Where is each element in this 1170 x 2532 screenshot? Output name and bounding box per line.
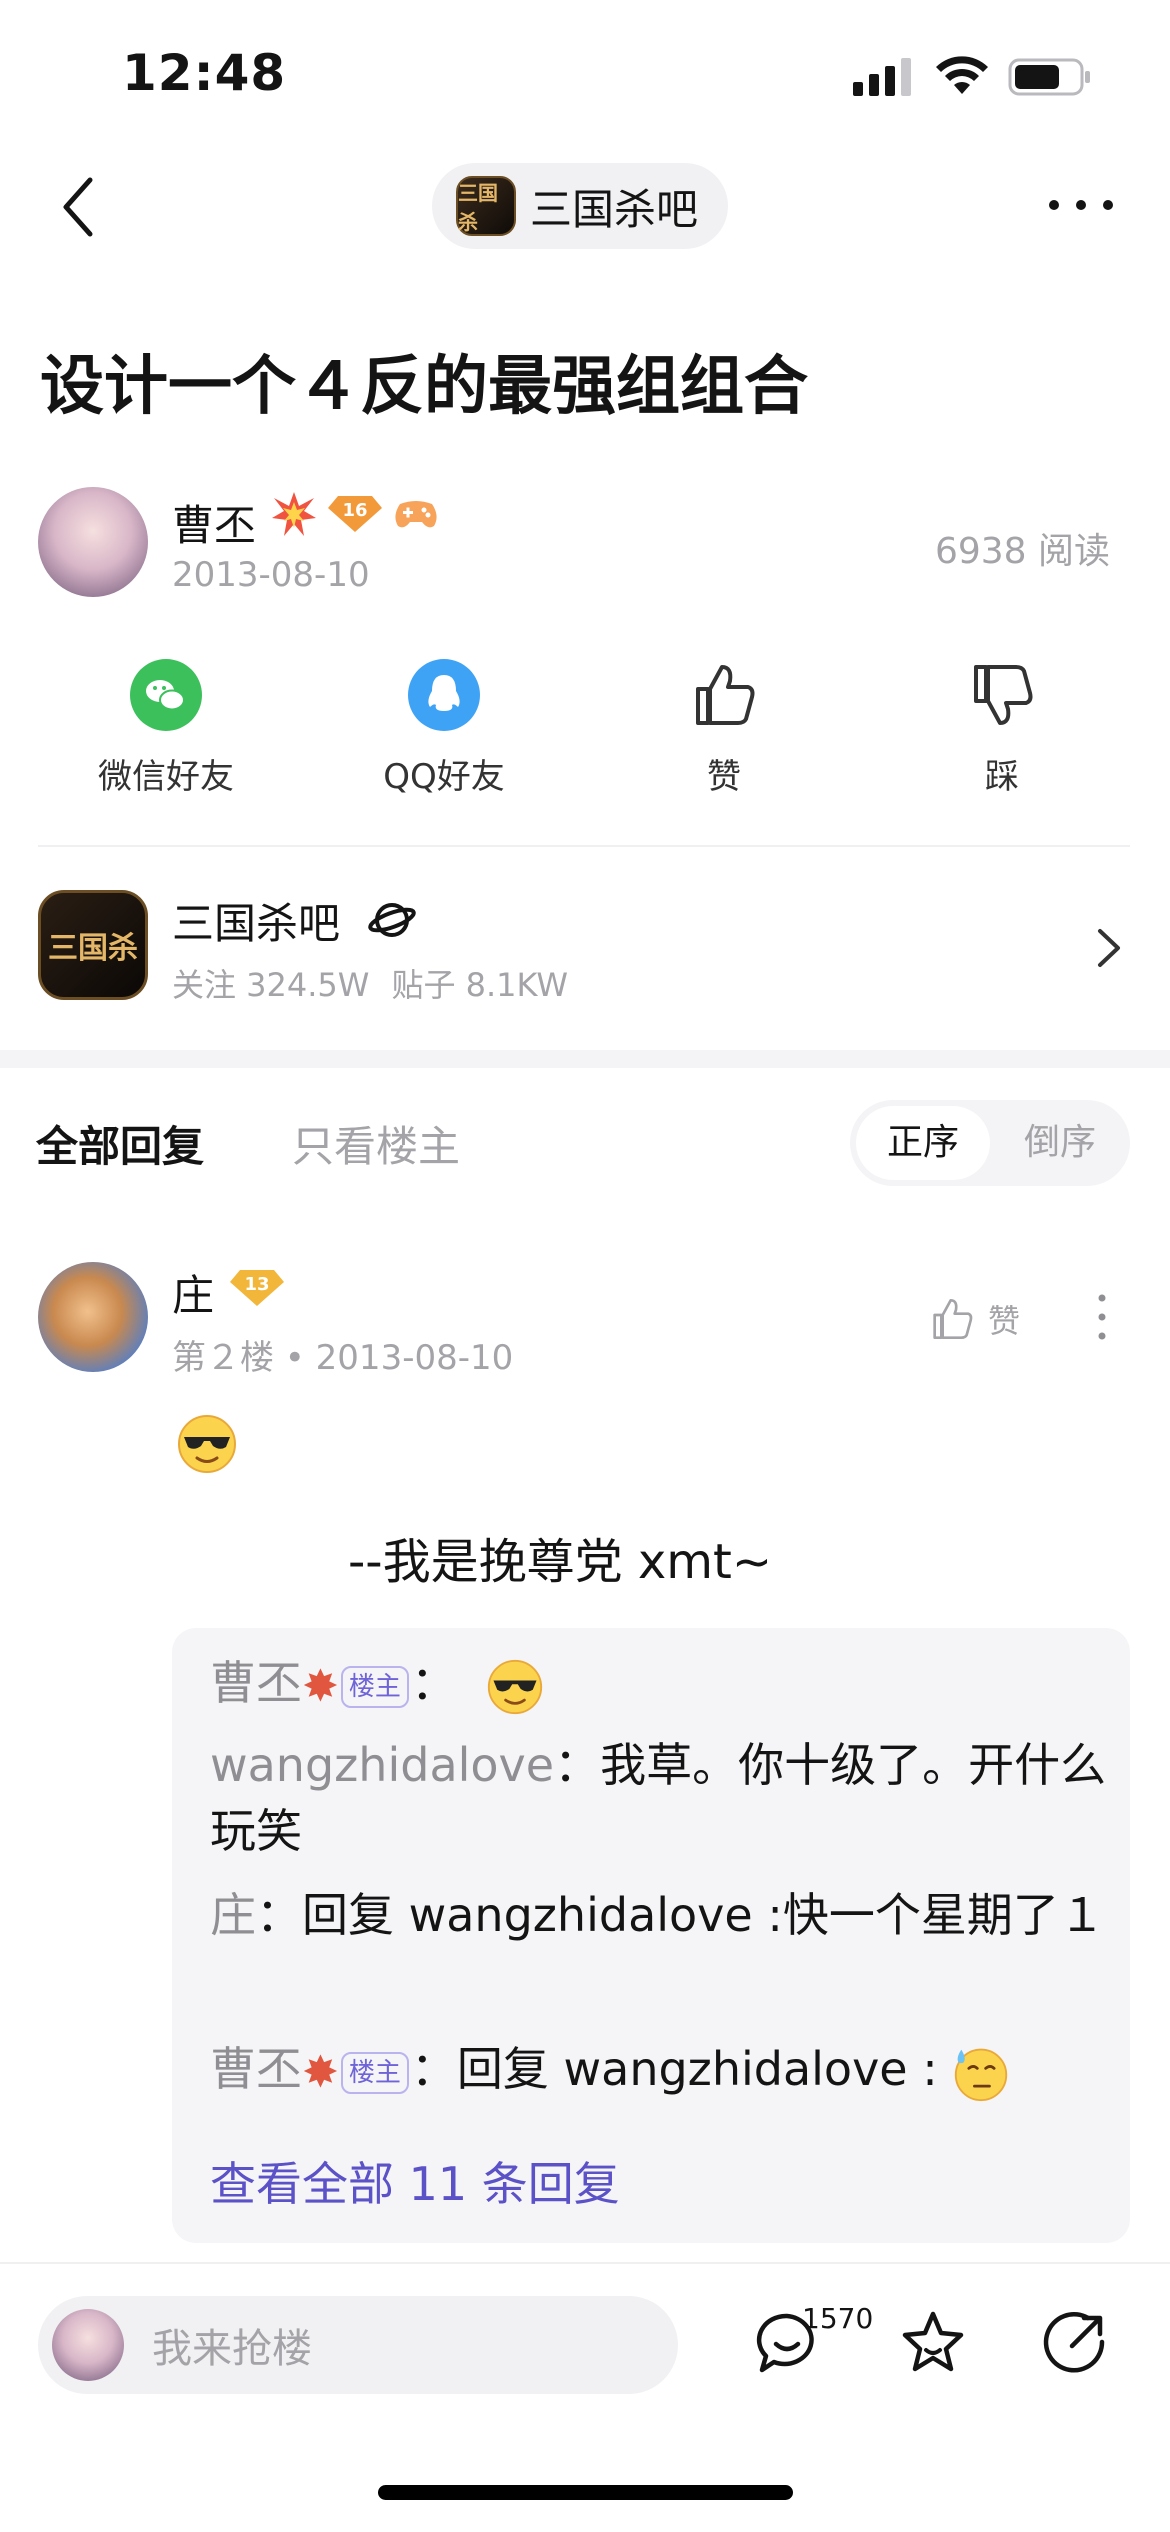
more-icon[interactable]	[1046, 185, 1116, 225]
explosion-badge-icon: ✸	[302, 1660, 339, 1712]
sort-desc-button[interactable]: 倒序	[996, 1106, 1124, 1180]
thumbs-down-icon	[974, 665, 1033, 725]
reply-input[interactable]: 我来抢楼	[38, 2296, 678, 2394]
sub-reply: 曹丕✸ 楼主：	[210, 1650, 1110, 1720]
planet-icon	[368, 903, 416, 937]
explosion-badge-icon	[272, 492, 316, 536]
author-avatar[interactable]	[38, 487, 148, 597]
forum-pill-name: 三国杀吧	[530, 184, 699, 234]
battery-icon	[1008, 58, 1090, 96]
star-icon[interactable]	[898, 2308, 968, 2378]
sub-reply-text: 回复 wangzhidalove :快一个星期了１	[302, 1888, 1105, 1942]
sub-replies-box[interactable]: 曹丕✸ 楼主： wangzhidalove：我草。你十级了。开什么玩笑 庄：回复 …	[172, 1628, 1130, 2243]
sunglasses-emoji-icon	[487, 1659, 542, 1714]
user-avatar	[52, 2309, 124, 2381]
share-qq-button[interactable]: QQ好友	[344, 655, 544, 798]
sub-reply: 曹丕✸ 楼主 ：回复 wangzhidalove :	[210, 2036, 1110, 2106]
comment-count: 1570	[802, 2302, 874, 2335]
post-title: 设计一个４反的最强组组合	[40, 350, 808, 424]
reply-more-icon[interactable]	[1092, 1292, 1112, 1342]
like-post-button[interactable]: 赞	[624, 655, 824, 798]
sweat-emoji-icon	[955, 2048, 1008, 2101]
reply-like-label: 赞	[988, 1302, 1021, 1340]
sub-reply-sep: ：	[410, 1656, 457, 1710]
tab-op-only[interactable]: 只看楼主	[292, 1113, 460, 1174]
sort-toggle: 正序 倒序	[850, 1100, 1130, 1186]
forum-card-name[interactable]: 三国杀吧	[172, 890, 340, 951]
post-date: 2013-08-10	[172, 555, 370, 595]
sub-reply-text: 回复 wangzhidalove :	[456, 2042, 938, 2096]
qq-icon	[408, 659, 480, 731]
tab-all-replies[interactable]: 全部回复	[36, 1113, 204, 1174]
level-badge-icon: 13	[230, 1268, 284, 1308]
reply-author-name[interactable]: 庄	[172, 1262, 214, 1323]
sub-reply: 庄：回复 wangzhidalove :快一个星期了１	[210, 1882, 1110, 1948]
share-wechat-button[interactable]: 微信好友	[66, 655, 266, 798]
status-bar: 12:48	[0, 0, 1170, 150]
sub-reply-author[interactable]: wangzhidalove	[210, 1738, 554, 1792]
view-all-replies-link[interactable]: 查看全部 11 条回复	[210, 2148, 620, 2214]
forum-logo-icon: 三国杀	[456, 176, 516, 236]
dislike-post-button[interactable]: 踩	[902, 655, 1102, 798]
reply-avatar[interactable]	[38, 1262, 148, 1372]
share-label: 微信好友	[98, 757, 234, 797]
sub-reply-author[interactable]: 庄	[210, 1888, 256, 1942]
op-tag: 楼主	[340, 2051, 409, 2094]
share-label: QQ好友	[383, 757, 505, 797]
forum-card-logo[interactable]: 三国杀	[38, 890, 148, 1000]
reply-meta: 第２楼 • 2013-08-10	[172, 1338, 514, 1378]
forum-post-count: 贴子 8.1KW	[391, 966, 568, 1004]
wifi-icon	[936, 56, 988, 94]
forum-stats: 关注 324.5W 贴子 8.1KW	[172, 960, 590, 1006]
read-count: 6938 阅读	[934, 531, 1110, 572]
sub-reply-author[interactable]: 曹丕	[210, 1656, 302, 1710]
sub-reply-author[interactable]: 曹丕	[210, 2042, 302, 2096]
chevron-right-icon[interactable]	[1094, 925, 1124, 971]
sub-reply: wangzhidalove：我草。你十级了。开什么玩笑	[210, 1732, 1110, 1864]
level-number: 13	[244, 1274, 270, 1295]
level-number: 16	[342, 500, 368, 521]
level-badge-icon: 16	[328, 494, 382, 534]
status-time: 12:48	[122, 44, 287, 102]
thumbs-up-icon	[933, 1299, 973, 1339]
thumbs-up-icon	[696, 665, 755, 725]
author-badges: 16	[270, 490, 440, 538]
share-row: 微信好友 QQ好友 赞 踩	[0, 655, 1170, 798]
reply-input-placeholder: 我来抢楼	[152, 2326, 312, 2372]
sub-reply-sep: ：	[410, 2042, 457, 2096]
reply-like-button[interactable]: 赞	[928, 1295, 1020, 1343]
reply-text: --我是挽尊党 xmt~	[347, 1534, 773, 1590]
share-icon[interactable]	[1040, 2308, 1110, 2378]
forum-follow-count: 关注 324.5W	[172, 966, 370, 1004]
explosion-badge-icon: ✸	[302, 2046, 339, 2098]
sort-asc-button[interactable]: 正序	[856, 1106, 990, 1180]
sunglasses-emoji-icon	[178, 1415, 236, 1473]
divider	[38, 845, 1130, 847]
share-label: 赞	[707, 757, 741, 797]
share-label: 踩	[985, 757, 1019, 797]
home-indicator	[378, 2485, 793, 2500]
sub-reply-sep: ：	[256, 1888, 302, 1942]
sub-reply-sep: ：	[554, 1738, 601, 1792]
op-tag: 楼主	[340, 1665, 409, 1708]
back-icon[interactable]	[52, 172, 112, 242]
forum-pill[interactable]: 三国杀 三国杀吧	[432, 163, 729, 249]
signal-icon	[853, 58, 911, 96]
gamepad-badge-icon	[395, 501, 437, 528]
author-name[interactable]: 曹丕	[172, 492, 256, 553]
section-divider	[0, 1050, 1170, 1068]
wechat-icon	[130, 659, 202, 731]
